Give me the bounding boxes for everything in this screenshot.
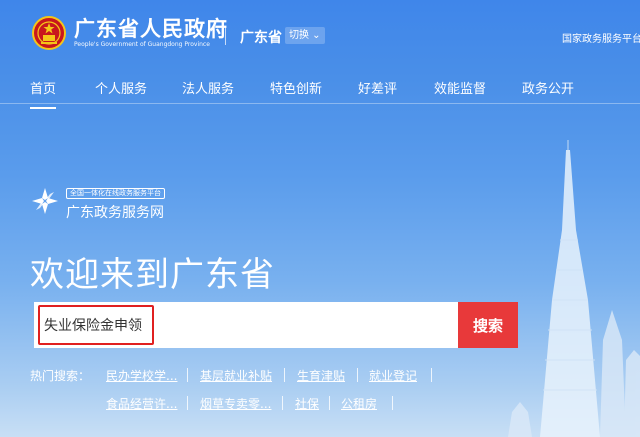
government-subtitle: People's Government of Guangdong Provinc… [74,41,210,48]
nav-item-government-affairs[interactable]: 政务公开 [522,78,574,97]
portal-name: 广东政务服务网 [66,205,164,221]
hot-search-separator [282,396,283,410]
nav-item-personal-services[interactable]: 个人服务 [95,78,147,97]
hot-search-link[interactable]: 烟草专卖零... [200,395,271,412]
nav-item-service-rating[interactable]: 好差评 [358,78,397,97]
top-header: 广东省人民政府 People's Government of Guangdong… [0,0,640,62]
switch-region-button[interactable]: 切换 ⌄ [285,27,325,44]
national-platform-link[interactable]: 国家政务服务平台 [562,30,640,45]
hot-search-link[interactable]: 公租房 [341,395,377,412]
hot-search-link[interactable]: 生育津贴 [297,367,345,384]
hot-search-link[interactable]: 食品经营许... [106,395,177,412]
hot-search-link[interactable]: 民办学校学... [106,367,177,384]
portal-logo-icon [32,188,58,214]
national-emblem-icon [32,16,66,50]
hot-search-link[interactable]: 就业登记 [369,367,417,384]
government-title: 广东省人民政府 [74,17,228,41]
hot-search-link[interactable]: 社保 [295,395,319,412]
hot-search-separator [357,368,358,382]
main-navigation: 首页 个人服务 法人服务 特色创新 好差评 效能监督 政务公开 [0,62,640,109]
header-divider [225,27,226,45]
nav-item-corporate-services[interactable]: 法人服务 [182,78,234,97]
nav-item-efficiency-supervision[interactable]: 效能监督 [434,78,486,97]
hot-search-separator [187,368,188,382]
welcome-heading: 欢迎来到广东省 [30,255,275,295]
hot-search-link[interactable]: 基层就业补贴 [200,367,272,384]
hot-search-separator [431,368,432,382]
hot-search-label: 热门搜索： [30,369,91,383]
search-button[interactable]: 搜索 [458,302,518,348]
hot-search-separator [284,368,285,382]
hot-search-separator [392,396,393,410]
current-province: 广东省 [240,30,282,46]
switch-region-label: 切换 [289,30,309,41]
hot-search-separator [187,396,188,410]
nav-item-home[interactable]: 首页 [30,78,57,109]
search-box [34,302,458,348]
portal-platform-tag: 全国一体化在线政务服务平台 [66,188,165,199]
search-input[interactable] [38,305,154,345]
nav-item-featured-innovation[interactable]: 特色创新 [270,78,322,97]
chevron-down-icon: ⌄ [309,30,321,41]
hot-search-separator [329,396,330,410]
